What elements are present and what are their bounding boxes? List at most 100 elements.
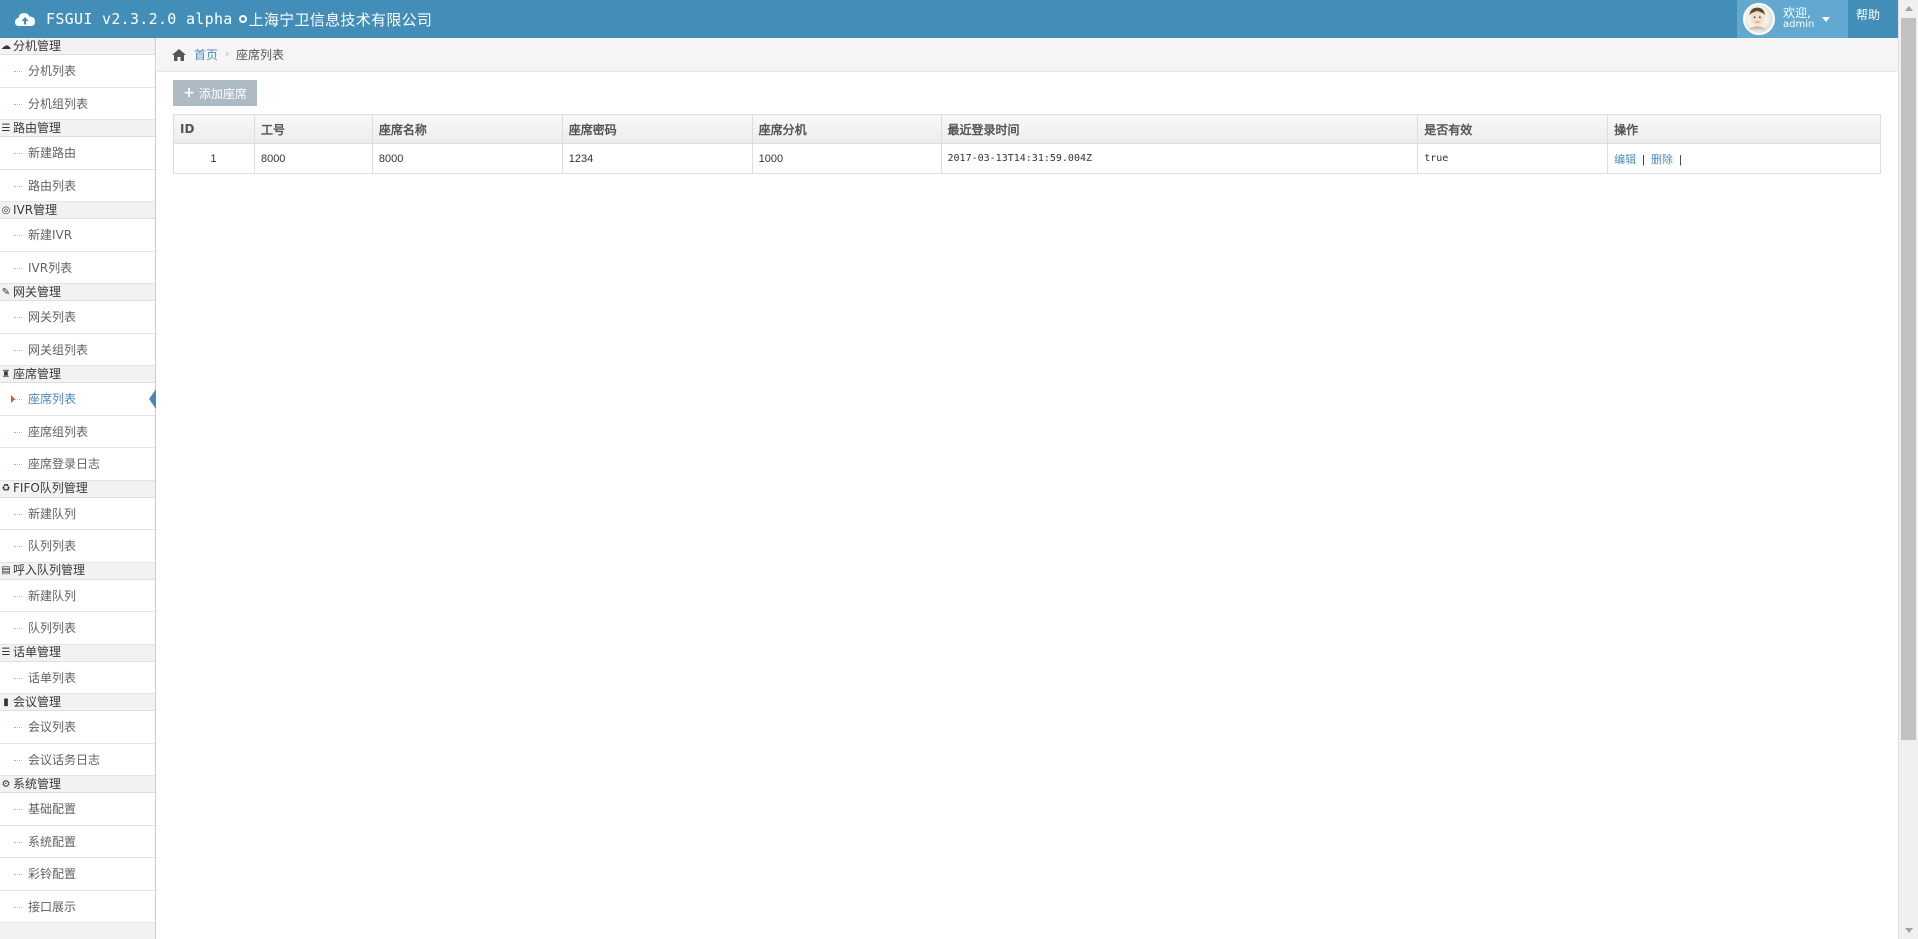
- sidebar-item-label: 网关组列表: [28, 342, 89, 357]
- user-info: 欢迎, admin: [1783, 6, 1814, 30]
- sidebar-item[interactable]: 路由列表: [0, 169, 155, 202]
- sidebar-item[interactable]: 网关组列表: [0, 333, 155, 366]
- col-header-valid[interactable]: 是否有效: [1417, 114, 1609, 144]
- edit-link[interactable]: 编辑: [1614, 154, 1636, 166]
- sidebar-group-label: IVR管理: [13, 202, 58, 217]
- sidebar-item[interactable]: 新建IVR: [0, 219, 155, 252]
- sidebar-item-label: 基础配置: [28, 802, 77, 816]
- sidebar-group-7[interactable]: ☰ 话单管理: [0, 644, 155, 662]
- sidebar-item[interactable]: 队列列表: [0, 612, 155, 645]
- sidebar-item-label: 网关列表: [28, 310, 77, 324]
- sidebar-group-0[interactable]: ☁ 分机管理: [0, 38, 155, 55]
- col-header-name[interactable]: 座席名称: [371, 114, 563, 144]
- sidebar-item-label: 会议话务日志: [28, 752, 101, 767]
- sidebar-group-2[interactable]: ◎ IVR管理: [0, 202, 155, 219]
- user-avatar-icon: [1745, 5, 1770, 30]
- sidebar-item-label: 分机组列表: [28, 96, 89, 111]
- sidebar-item-label: 新建队列: [28, 588, 77, 603]
- sidebar-group-6[interactable]: ▤ 呼入队列管理: [0, 562, 155, 580]
- sidebar-group-3[interactable]: ✎ 网关管理: [0, 284, 155, 301]
- sidebar-group-9[interactable]: ⚙ 系统管理: [0, 776, 155, 793]
- sidebar-item[interactable]: 座席组列表: [0, 415, 155, 448]
- sidebar-item[interactable]: 彩铃配置: [0, 858, 155, 891]
- brand[interactable]: FSGUI v2.3.2.0 alpha 上海宁卫信息技术有限公司: [14, 0, 432, 38]
- sidebar-item[interactable]: 网关列表: [0, 301, 155, 334]
- sidebar-item[interactable]: 座席列表: [0, 383, 156, 416]
- cell-job-no: 8000: [253, 143, 373, 174]
- sidebar-group-8[interactable]: ▮ 会议管理: [0, 694, 155, 711]
- sidebar-group-label: 分机管理: [13, 38, 62, 53]
- col-header-job-no[interactable]: 工号: [253, 114, 373, 144]
- app-title: FSGUI v2.3.2.0 alpha: [46, 10, 233, 28]
- action-separator: |: [1642, 153, 1645, 166]
- sidebar-group-label: 系统管理: [13, 776, 62, 791]
- gear-icon: ⚙: [1, 778, 11, 790]
- sidebar-item[interactable]: 基础配置: [0, 793, 155, 826]
- sidebar-item[interactable]: 会议话务日志: [0, 743, 155, 776]
- cell-valid: true: [1417, 143, 1609, 174]
- sidebar-item-label: 新建IVR: [28, 228, 73, 242]
- welcome-text: 欢迎,: [1783, 6, 1811, 20]
- cell-id: 1: [173, 143, 255, 174]
- cell-last-login: 2017-03-13T14:31:59.004Z: [940, 143, 1419, 174]
- col-header-id[interactable]: ID: [173, 114, 255, 144]
- sidebar-item[interactable]: 分机组列表: [0, 87, 155, 120]
- sidebar-item-label: 新建路由: [28, 146, 77, 160]
- main-content: 首页 › 座席列表 + 添加座席 ID 工号 座席名称 座席密码 座席分机 最近…: [157, 38, 1898, 939]
- delete-link[interactable]: 删除: [1651, 154, 1673, 166]
- cell-extension: 1000: [751, 143, 942, 174]
- sidebar-item[interactable]: 座席登录日志: [0, 448, 155, 481]
- conference-icon: ▮: [3, 696, 9, 708]
- sidebar-item-label: 路由列表: [28, 178, 77, 193]
- scroll-thumb[interactable]: [1901, 18, 1916, 740]
- scroll-down-arrow-icon[interactable]: [1905, 928, 1913, 933]
- list-icon: ☰: [1, 647, 11, 658]
- cloud-icon: ☁: [1, 40, 11, 52]
- top-navbar: FSGUI v2.3.2.0 alpha 上海宁卫信息技术有限公司 欢迎, ad…: [0, 0, 1898, 38]
- sidebar-item[interactable]: IVR列表: [0, 251, 155, 284]
- chevron-right-icon: ›: [225, 49, 230, 60]
- sidebar-item[interactable]: 会议列表: [0, 711, 155, 744]
- sidebar-group-label: 网关管理: [13, 284, 62, 299]
- breadcrumb-home-link[interactable]: 首页: [194, 46, 218, 63]
- sidebar-item[interactable]: 话单列表: [0, 661, 155, 694]
- agent-table: ID 工号 座席名称 座席密码 座席分机 最近登录时间 是否有效 操作 1 80…: [173, 114, 1881, 174]
- add-agent-label: 添加座席: [198, 86, 247, 101]
- breadcrumb: 首页 › 座席列表: [157, 38, 1898, 72]
- breadcrumb-current: 座席列表: [236, 48, 285, 62]
- sidebar-item-label: 队列列表: [28, 539, 77, 553]
- sidebar-item[interactable]: 系统配置: [0, 825, 155, 858]
- col-header-extension[interactable]: 座席分机: [751, 114, 942, 144]
- inbox-icon: ▤: [1, 565, 11, 576]
- col-header-actions[interactable]: 操作: [1607, 114, 1881, 144]
- sidebar-item-label: 座席登录日志: [28, 457, 101, 471]
- sidebar-item[interactable]: 新建路由: [0, 137, 155, 170]
- sidebar-group-5[interactable]: ♻ FIFO队列管理: [0, 480, 155, 498]
- sidebar-item[interactable]: 接口展示: [0, 890, 155, 923]
- vertical-scrollbar[interactable]: [1898, 0, 1918, 939]
- sidebar-item[interactable]: 分机列表: [0, 55, 155, 88]
- avatar: [1743, 3, 1775, 35]
- sidebar-group-4[interactable]: ♜ 座席管理: [0, 366, 155, 383]
- sidebar-item-label: 彩铃配置: [28, 867, 77, 881]
- sidebar-item-label: 队列列表: [28, 621, 77, 635]
- sidebar-item-label: 话单列表: [28, 670, 77, 685]
- col-header-last-login[interactable]: 最近登录时间: [940, 114, 1419, 144]
- sidebar-item[interactable]: 新建队列: [0, 579, 155, 612]
- sidebar-item-label: 会议列表: [28, 720, 77, 734]
- sidebar-item[interactable]: 新建队列: [0, 497, 155, 530]
- sidebar-group-1[interactable]: ☰ 路由管理: [0, 120, 155, 137]
- user-menu[interactable]: 欢迎, admin: [1737, 0, 1848, 38]
- sidebar-item-label: 座席列表: [28, 392, 77, 406]
- sidebar-item-label: 新建队列: [28, 506, 77, 521]
- sidebar-item[interactable]: 队列列表: [0, 530, 155, 563]
- list-icon: ☰: [1, 122, 11, 134]
- help-link[interactable]: 帮助: [1848, 0, 1898, 38]
- action-separator: |: [1678, 153, 1682, 166]
- add-agent-button[interactable]: + 添加座席: [173, 80, 257, 106]
- sidebar-item-label: 系统配置: [28, 834, 77, 849]
- caret-down-icon[interactable]: [1822, 16, 1831, 22]
- col-header-password[interactable]: 座席密码: [561, 114, 753, 144]
- scroll-up-arrow-icon[interactable]: [1905, 6, 1913, 11]
- agent-icon: ♜: [1, 368, 11, 380]
